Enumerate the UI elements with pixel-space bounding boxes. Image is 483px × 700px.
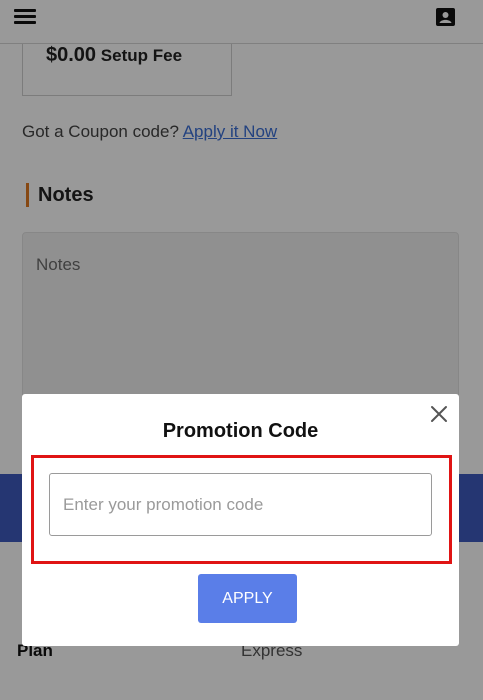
promotion-code-input[interactable] (49, 473, 432, 536)
close-icon[interactable] (429, 404, 449, 424)
checkout-page: $0.00 Setup Fee Got a Coupon code? Apply… (0, 0, 483, 700)
apply-button[interactable]: APPLY (198, 574, 297, 623)
dialog-title: Promotion Code (162, 420, 319, 442)
promotion-code-dialog: Promotion Code APPLY (22, 394, 459, 646)
